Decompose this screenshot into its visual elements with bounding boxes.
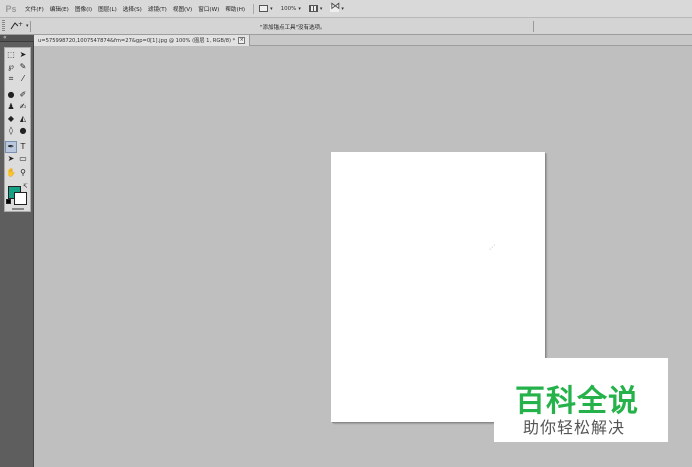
chevron-down-icon: ▾ [298,5,301,12]
blur-tool-icon[interactable]: ◊ [6,126,16,136]
eraser-tool-icon[interactable]: ◆ [6,114,16,124]
tools-panel: ⬚ ➤ ℘ ✎ ⌗ ⁄ ● ✐ ♟ ✍ ◆ ◭ ◊ ● ✒ T ➤ ▭ ✋ ⚲ … [0,42,34,467]
canvas-pixel-speck: ⋰ [489,244,495,251]
menu-bar: Ps 文件(F) 编辑(E) 图像(I) 图层(L) 选择(S) 滤镜(T) 视… [0,0,692,18]
background-color-swatch[interactable] [14,192,27,205]
paint-bucket-tool-icon[interactable]: ◭ [18,114,28,124]
menu-image[interactable]: 图像(I) [72,5,95,13]
document-tab[interactable]: u=575998720,1007547874&fm=27&gp=0[1].jpg… [34,35,251,46]
chevron-down-icon: ▾ [319,5,323,12]
tools-box: ⬚ ➤ ℘ ✎ ⌗ ⁄ ● ✐ ♟ ✍ ◆ ◭ ◊ ● ✒ T ➤ ▭ ✋ ⚲ … [4,47,31,212]
add-anchor-point-icon: + [10,21,23,30]
document-tab-bar: u=575998720,1007547874&fm=27&gp=0[1].jpg… [34,35,692,46]
swap-colors-icon[interactable]: ↸ [23,183,28,190]
eyedropper-tool-icon[interactable]: ⁄ [18,74,28,84]
menu-edit[interactable]: 编辑(E) [47,5,72,13]
collapse-icon[interactable]: « [3,34,7,41]
extras-icon [330,1,340,12]
photoshop-logo: Ps [5,3,17,14]
watermark-subtitle: 助你轻松解决 [523,418,626,437]
history-brush-tool-icon[interactable]: ✍ [18,102,28,112]
options-message: "添加锚点工具"没有选项。 [260,25,326,31]
arrange-grid-icon [308,5,318,12]
quick-mask-button[interactable] [12,208,24,210]
chevron-down-icon: ▾ [270,5,273,12]
menu-separator [253,3,255,14]
options-separator [533,21,534,32]
default-colors-icon[interactable] [6,199,11,204]
menu-window[interactable]: 窗口(W) [195,5,222,13]
arrange-documents-button[interactable]: ▾ [308,5,323,12]
close-icon[interactable]: × [238,37,246,44]
menu-layer[interactable]: 图层(L) [95,5,120,13]
options-bar: + ▾ "添加锚点工具"没有选项。 [0,18,692,35]
pen-tool-icon[interactable]: ✒ [5,141,17,153]
chevron-down-icon: ▾ [341,5,344,12]
hand-tool-icon[interactable]: ✋ [6,168,16,178]
menu-file[interactable]: 文件(F) [22,5,47,13]
menu-help[interactable]: 帮助(H) [222,5,248,13]
marquee-tool-icon[interactable]: ⬚ [6,50,16,60]
menu-select[interactable]: 选择(S) [120,5,145,13]
svg-text:+: + [18,21,23,28]
dodge-tool-icon[interactable]: ● [18,126,28,136]
type-tool-icon[interactable]: T [18,142,28,152]
brush-tool-icon[interactable]: ✐ [18,90,28,100]
move-tool-icon[interactable]: ➤ [18,50,28,60]
extras-button[interactable]: ▾ [330,1,344,12]
clone-stamp-tool-icon[interactable]: ♟ [6,102,16,112]
zoom-level-dropdown[interactable]: 100% ▾ [281,6,301,12]
document-tab-title: u=575998720,1007547874&fm=27&gp=0[1].jpg… [38,38,236,44]
chevron-down-icon: ▾ [26,23,29,29]
healing-brush-tool-icon[interactable]: ● [6,90,16,100]
screen-mode-icon [259,5,269,12]
screen-mode-button[interactable]: ▾ [259,5,273,12]
tools-panel-header[interactable]: « [0,34,34,42]
baike-watermark: 百科全说 助你轻松解决 [494,358,668,442]
path-selection-tool-icon[interactable]: ➤ [6,154,16,164]
zoom-tool-icon[interactable]: ⚲ [18,168,28,178]
shape-tool-icon[interactable]: ▭ [18,154,28,164]
lasso-tool-icon[interactable]: ℘ [6,62,16,72]
menu-view[interactable]: 视图(V) [170,5,195,13]
tool-preset-picker[interactable]: + ▾ [10,21,29,31]
quick-select-tool-icon[interactable]: ✎ [18,62,28,72]
menu-filter[interactable]: 滤镜(T) [145,5,170,13]
crop-tool-icon[interactable]: ⌗ [6,74,16,84]
zoom-level-label: 100% [280,5,297,12]
options-separator [30,21,31,32]
options-bar-grip[interactable] [2,20,5,32]
